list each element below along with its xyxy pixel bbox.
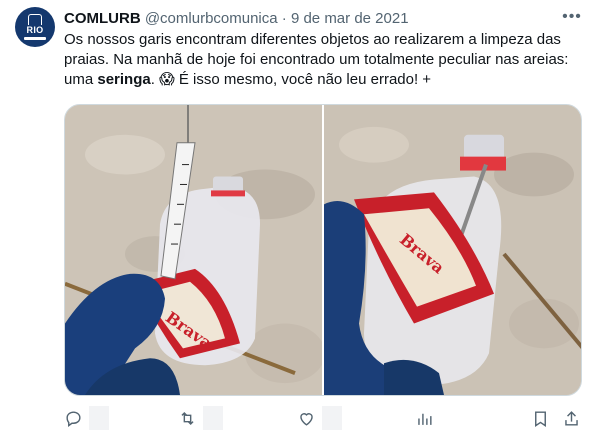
photo-left-image: Brava — [65, 105, 322, 395]
reply-count — [89, 406, 109, 430]
retweet-count — [203, 406, 223, 430]
like-button[interactable] — [297, 404, 342, 432]
tweet[interactable]: RIO COMLURB @comlurbcomunica · 9 de mar … — [0, 0, 606, 441]
bookmark-icon — [535, 410, 546, 427]
share-button[interactable] — [562, 404, 581, 432]
tweet-text: Os nossos garis encontram diferentes obj… — [64, 30, 589, 90]
photo-left[interactable]: Brava — [65, 105, 322, 395]
reply-icon — [66, 410, 81, 427]
tweet-header: COMLURB @comlurbcomunica · 9 de mar de 2… — [64, 9, 409, 28]
views-icon — [418, 413, 432, 425]
more-icon[interactable]: ••• — [560, 9, 584, 29]
share-icon — [565, 410, 578, 426]
tweet-date[interactable]: 9 de mar de 2021 — [291, 10, 409, 27]
like-icon — [300, 412, 313, 426]
action-bar — [0, 404, 606, 432]
views-button[interactable] — [415, 404, 434, 432]
reply-button[interactable] — [64, 404, 109, 432]
separator: · — [281, 10, 287, 27]
tweet-text-bold: seringa — [97, 71, 151, 88]
media-grid[interactable]: Brava Brava — [64, 104, 582, 396]
author-handle[interactable]: @comlurbcomunica — [145, 10, 278, 27]
like-count — [322, 406, 342, 430]
avatar-underline — [24, 37, 46, 40]
bookmark-button[interactable] — [531, 404, 550, 432]
avatar[interactable]: RIO — [15, 7, 55, 47]
retweet-button[interactable] — [178, 404, 223, 432]
crest-icon — [28, 14, 42, 25]
author-name[interactable]: COMLURB — [64, 10, 141, 27]
photo-right-image: Brava — [324, 105, 581, 395]
tweet-text-part2: . 😱 É isso mesmo, você não leu errado! + — [150, 71, 432, 88]
retweet-icon — [181, 411, 194, 425]
photo-right[interactable]: Brava — [324, 105, 581, 395]
avatar-text: RIO — [26, 25, 44, 35]
